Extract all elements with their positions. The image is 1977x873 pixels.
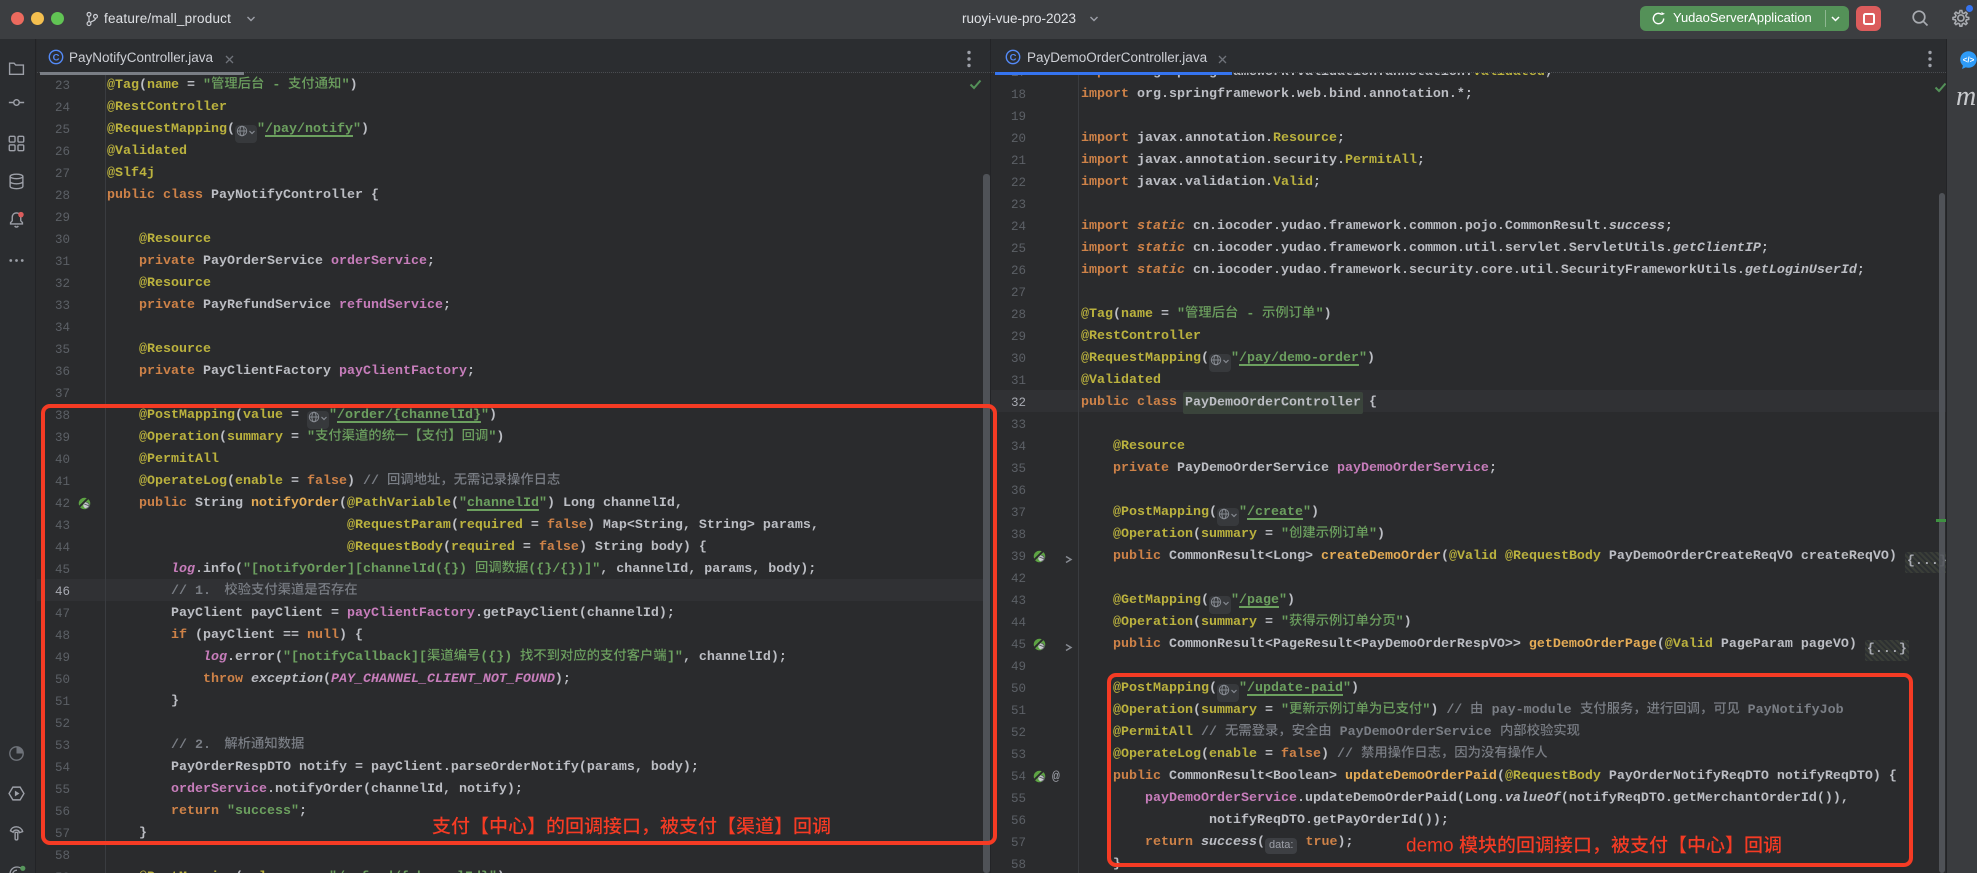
svg-text:C: C <box>53 52 60 63</box>
svg-text:</>: </> <box>1963 56 1975 65</box>
svg-text:C: C <box>1010 52 1017 63</box>
